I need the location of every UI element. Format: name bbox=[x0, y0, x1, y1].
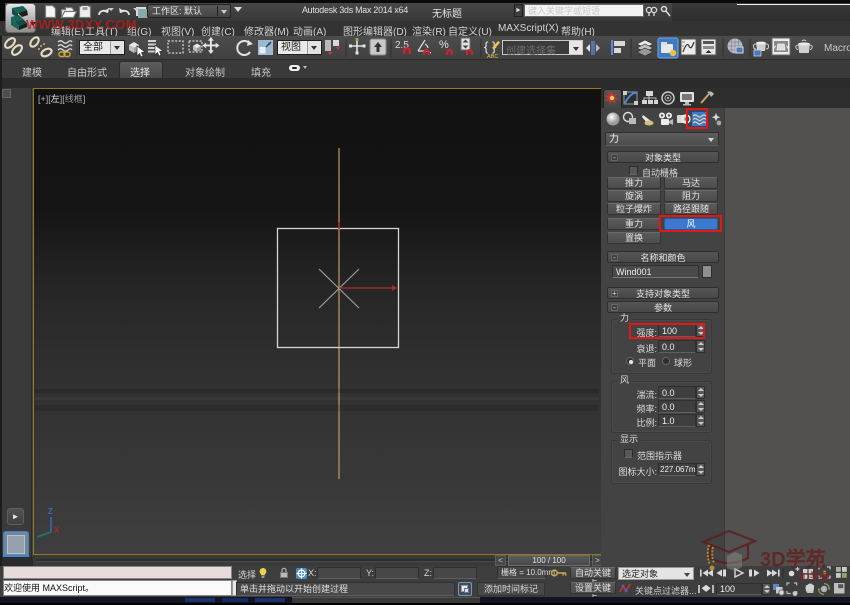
svg-text:%: % bbox=[439, 39, 449, 51]
svg-text:3D学苑: 3D学苑 bbox=[760, 547, 826, 571]
svg-text:Macro: Macro bbox=[824, 43, 850, 54]
svg-text:3D学苑: 3D学苑 bbox=[797, 570, 830, 583]
svg-text:Z: Z bbox=[48, 507, 53, 516]
svg-text:X: X bbox=[54, 526, 60, 535]
